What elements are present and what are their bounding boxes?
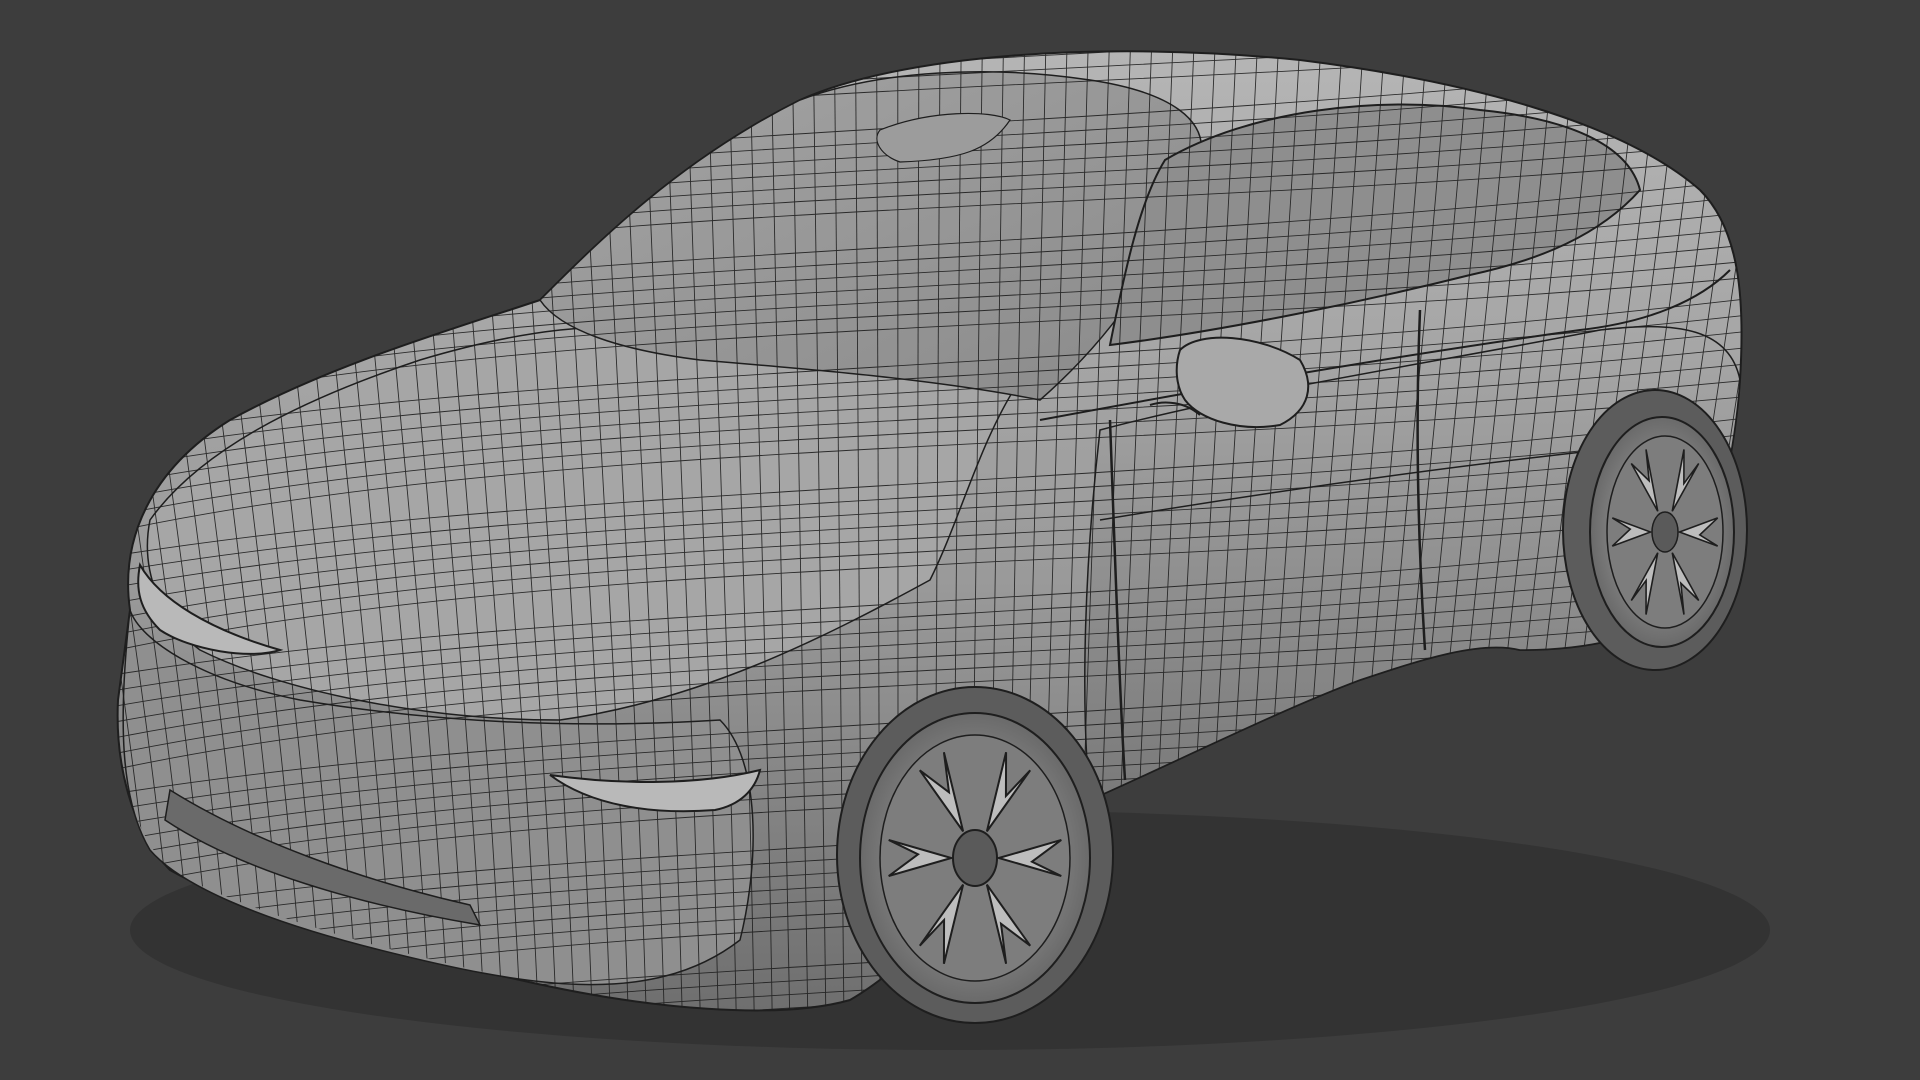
car-model-render[interactable] <box>0 0 1920 1080</box>
3d-viewport[interactable] <box>0 0 1920 1080</box>
mesh-edge <box>117 51 149 1011</box>
rear-wheel[interactable] <box>1562 389 1748 671</box>
front-wheel[interactable] <box>836 686 1114 1024</box>
